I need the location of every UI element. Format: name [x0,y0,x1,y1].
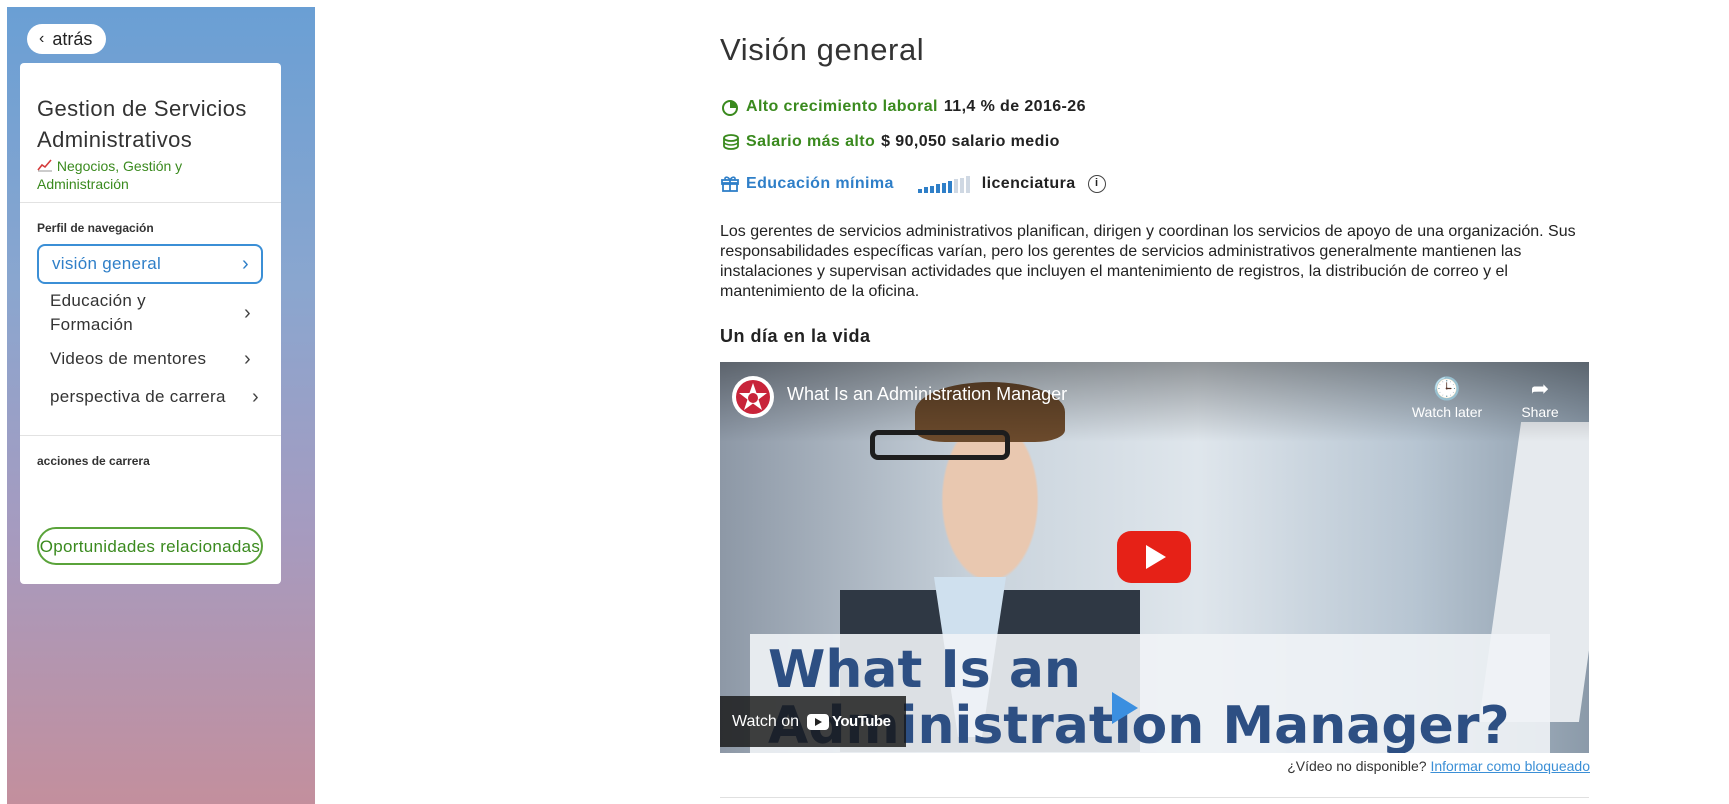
share-button[interactable]: ➦ Share [1500,376,1580,420]
education-level-bar [917,189,922,193]
chevron-right-icon: › [244,347,251,370]
education-value: licenciatura [981,175,1076,192]
education-level-bar [941,182,946,193]
chevron-right-icon: › [252,385,259,408]
thumbnail-play-icon [1112,692,1138,724]
job-growth-label: Alto crecimiento laboral [746,98,938,115]
nav-item-label: Videos de mentores [50,349,207,368]
video-title[interactable]: What Is an Administration Manager [787,384,1067,405]
chevron-right-icon: › [244,302,251,324]
salary-value: $ 90,050 salario medio [881,133,1060,150]
watch-later-button[interactable]: 🕒 Watch later [1407,376,1487,420]
nav-item-label: perspectiva de carrera [50,387,226,406]
education-level-bar [953,179,958,193]
nav-item-overview[interactable]: visión general › [37,244,263,284]
career-description: Los gerentes de servicios administrativo… [720,223,1576,300]
education-level-meter [917,175,970,193]
salary-label: Salario más alto [746,133,876,150]
education-stat: Educación mínima licenciatura i [720,174,1106,194]
share-label: Share [1521,404,1559,420]
report-blocked-link[interactable]: Informar como bloqueado [1430,758,1590,774]
video-unavailable-note: ¿Vídeo no disponible? Informar como bloq… [1287,758,1590,774]
career-title: Gestion de Servicios Administrativos [37,96,247,152]
education-level-bar [965,176,970,193]
gift-icon [720,174,740,194]
clock-icon: 🕒 [1433,376,1461,401]
divider [20,202,281,203]
share-arrow-icon: ➦ [1530,376,1550,401]
nav-heading: Perfil de navegación [37,221,154,235]
career-card: Gestion de Servicios Administrativos Neg… [20,63,281,584]
sidebar: ‹ atrás Gestion de Servicios Administrat… [7,7,315,804]
divider [20,435,281,436]
career-category: Negocios, Gestión y Administración [37,157,267,193]
education-level-bar [935,184,940,193]
pie-chart-icon [720,97,740,117]
related-opportunities-button[interactable]: Oportunidades relacionadas [37,527,263,565]
youtube-logo: YouTube [807,713,891,730]
job-growth-value: 11,4 % de 2016-26 [943,98,1086,115]
education-level-bar [923,187,928,193]
chevron-left-icon: ‹ [39,30,45,47]
back-button[interactable]: ‹ atrás [27,24,107,54]
watch-later-label: Watch later [1411,404,1483,420]
education-level-bar [929,185,934,193]
watch-on-youtube-button[interactable]: Watch on YouTube [720,696,906,747]
nav-item-career-outlook[interactable]: perspectiva de carrera › [37,381,263,413]
play-icon [1146,545,1166,569]
education-label: Educación mínima [746,175,894,192]
play-button[interactable] [1117,531,1191,583]
video-player[interactable]: What Is an Administration Manager? What … [720,362,1589,753]
career-category-label: Negocios, Gestión y Administración [37,158,183,192]
education-level-bar [959,177,964,193]
day-in-life-heading: Un día en la vida [720,326,871,346]
nav-item-mentor-videos[interactable]: Videos de mentores › [37,343,263,375]
nav-item-label: Educación y Formación [50,291,146,334]
unavailable-text: ¿Vídeo no disponible? [1287,758,1427,774]
watch-on-label: Watch on [732,712,799,730]
chevron-right-icon: › [242,252,249,275]
job-growth-stat: Alto crecimiento laboral 11,4 % de 2016-… [720,97,1086,117]
nav-item-education[interactable]: Educación y Formación › [37,289,263,337]
info-icon[interactable]: i [1087,175,1106,193]
chart-trend-icon [37,158,57,174]
actions-heading: acciones de carrera [37,454,150,468]
salary-stat: Salario más alto $ 90,050 salario medio [720,132,1060,152]
back-label: atrás [52,28,93,49]
coins-icon [720,132,740,152]
video-banner-line1: What Is an [768,640,1081,700]
nav-item-label: visión general [52,254,162,273]
page: ‹ atrás Gestion de Servicios Administrat… [0,0,1729,804]
education-level-bar [947,181,952,193]
page-title: Visión general [720,32,925,67]
channel-avatar[interactable] [732,376,774,418]
youtube-wordmark: YouTube [832,713,891,730]
divider [720,797,1589,798]
